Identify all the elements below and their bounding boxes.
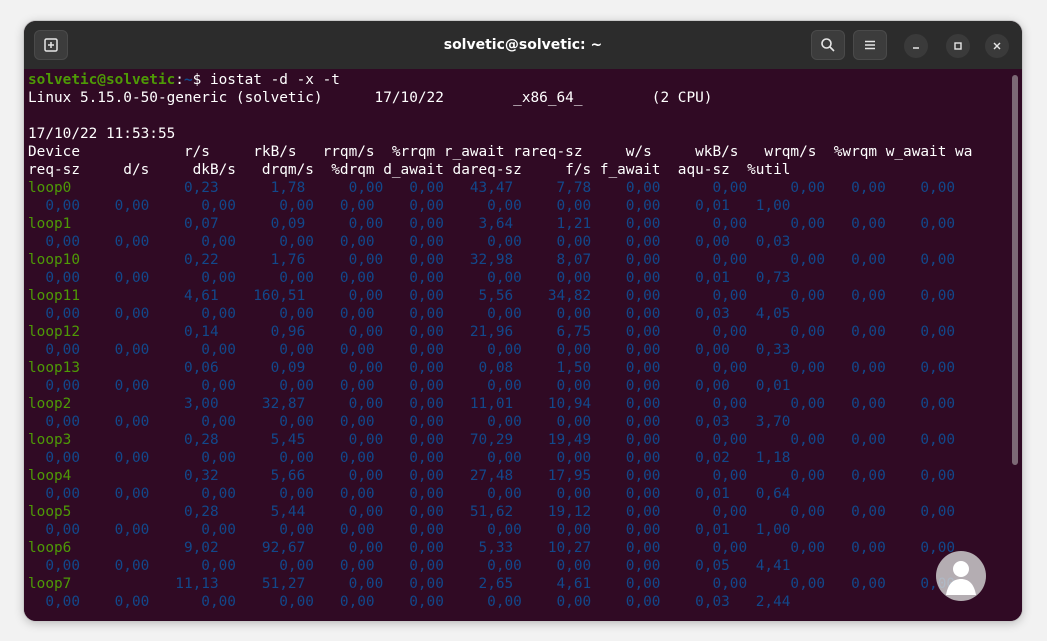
- close-icon: [993, 42, 1001, 50]
- device-row: loop3 0,28 5,45 0,00 0,00 70,29 19,49 0,…: [28, 431, 955, 449]
- close-button[interactable]: [985, 34, 1009, 58]
- device-stats-continued: 0,00 0,00 0,00 0,00 0,00 0,00 0,00 0,00 …: [28, 198, 791, 214]
- device-stats: 0,28 5,44 0,00 0,00 51,62 19,12 0,00 0,0…: [71, 504, 956, 520]
- device-name: loop13: [28, 360, 80, 376]
- device-name: loop1: [28, 216, 72, 232]
- device-name: loop4: [28, 468, 72, 484]
- device-stats: 0,14 0,96 0,00 0,00 21,96 6,75 0,00 0,00…: [79, 324, 956, 340]
- prompt-path: ~: [183, 72, 193, 88]
- device-row: loop6 9,02 92,67 0,00 0,00 5,33 10,27 0,…: [28, 539, 955, 557]
- device-stats-continued: 0,00 0,00 0,00 0,00 0,00 0,00 0,00 0,00 …: [28, 486, 791, 502]
- search-button[interactable]: [811, 30, 845, 60]
- device-stats-continued: 0,00 0,00 0,00 0,00 0,00 0,00 0,00 0,00 …: [28, 378, 791, 394]
- watermark-logo: [936, 551, 986, 601]
- device-row: loop12 0,14 0,96 0,00 0,00 21,96 6,75 0,…: [28, 323, 955, 341]
- device-name: loop11: [28, 288, 80, 304]
- device-row: loop10 0,22 1,76 0,00 0,00 32,98 8,07 0,…: [28, 251, 955, 269]
- device-stats-continued: 0,00 0,00 0,00 0,00 0,00 0,00 0,00 0,00 …: [28, 450, 791, 466]
- title-bar[interactable]: solvetic@solvetic: ~: [24, 21, 1022, 69]
- device-row: loop2 3,00 32,87 0,00 0,00 11,01 10,94 0…: [28, 395, 955, 413]
- device-row: loop11 4,61 160,51 0,00 0,00 5,56 34,82 …: [28, 287, 955, 305]
- search-icon: [821, 38, 835, 52]
- device-stats-continued: 0,00 0,00 0,00 0,00 0,00 0,00 0,00 0,00 …: [28, 342, 791, 358]
- timestamp-line: 17/10/22 11:53:55: [28, 126, 176, 142]
- device-name: loop10: [28, 252, 80, 268]
- system-info-line: Linux 5.15.0-50-generic (solvetic) 17/10…: [28, 90, 713, 106]
- column-header-line-1: Device r/s rkB/s rrqm/s %rrqm r_await ra…: [28, 144, 973, 160]
- device-row: loop13 0,06 0,09 0,00 0,00 0,08 1,50 0,0…: [28, 359, 955, 377]
- prompt-command: iostat -d -x -t: [201, 72, 340, 88]
- device-stats-continued: 0,00 0,00 0,00 0,00 0,00 0,00 0,00 0,00 …: [28, 414, 791, 430]
- device-name: loop5: [28, 504, 72, 520]
- device-name: loop12: [28, 324, 80, 340]
- device-row: loop5 0,28 5,44 0,00 0,00 51,62 19,12 0,…: [28, 503, 955, 521]
- terminal-window: solvetic@solvetic: ~ solvetic@solvetic:~…: [24, 21, 1022, 621]
- device-row: loop0 0,23 1,78 0,00 0,00 43,47 7,78 0,0…: [28, 179, 955, 197]
- device-name: loop7: [28, 576, 72, 592]
- device-row: loop7 11,13 51,27 0,00 0,00 2,65 4,61 0,…: [28, 575, 955, 593]
- minimize-icon: [913, 47, 919, 49]
- device-stats: 3,00 32,87 0,00 0,00 11,01 10,94 0,00 0,…: [71, 396, 956, 412]
- device-stats: 0,28 5,45 0,00 0,00 70,29 19,49 0,00 0,0…: [71, 432, 956, 448]
- device-stats-continued: 0,00 0,00 0,00 0,00 0,00 0,00 0,00 0,00 …: [28, 558, 791, 574]
- prompt-user-host: solvetic@solvetic: [28, 72, 176, 88]
- command-prompt-line: solvetic@solvetic:~$ iostat -d -x -t: [28, 71, 340, 89]
- device-name: loop3: [28, 432, 72, 448]
- column-header-line-2: req-sz d/s dkB/s drqm/s %drqm d_await da…: [28, 162, 791, 178]
- device-stats: 4,61 160,51 0,00 0,00 5,56 34,82 0,00 0,…: [79, 288, 956, 304]
- device-name: loop6: [28, 540, 72, 556]
- device-stats-continued: 0,00 0,00 0,00 0,00 0,00 0,00 0,00 0,00 …: [28, 594, 791, 610]
- device-stats-continued: 0,00 0,00 0,00 0,00 0,00 0,00 0,00 0,00 …: [28, 522, 791, 538]
- device-stats-continued: 0,00 0,00 0,00 0,00 0,00 0,00 0,00 0,00 …: [28, 234, 791, 250]
- maximize-icon: [954, 42, 962, 50]
- vertical-scrollbar[interactable]: [1012, 75, 1018, 465]
- device-stats: 0,22 1,76 0,00 0,00 32,98 8,07 0,00 0,00…: [79, 252, 956, 268]
- device-stats: 0,06 0,09 0,00 0,00 0,08 1,50 0,00 0,00 …: [79, 360, 956, 376]
- device-stats: 9,02 92,67 0,00 0,00 5,33 10,27 0,00 0,0…: [71, 540, 956, 556]
- prompt-separator: :: [175, 72, 184, 88]
- device-stats: 0,32 5,66 0,00 0,00 27,48 17,95 0,00 0,0…: [71, 468, 956, 484]
- device-stats-continued: 0,00 0,00 0,00 0,00 0,00 0,00 0,00 0,00 …: [28, 270, 791, 286]
- device-stats: 11,13 51,27 0,00 0,00 2,65 4,61 0,00 0,0…: [71, 576, 956, 592]
- device-name: loop2: [28, 396, 72, 412]
- minimize-button[interactable]: [904, 34, 928, 58]
- device-stats: 0,23 1,78 0,00 0,00 43,47 7,78 0,00 0,00…: [71, 180, 956, 196]
- device-row: loop4 0,32 5,66 0,00 0,00 27,48 17,95 0,…: [28, 467, 955, 485]
- device-stats-continued: 0,00 0,00 0,00 0,00 0,00 0,00 0,00 0,00 …: [28, 306, 791, 322]
- maximize-button[interactable]: [946, 34, 970, 58]
- device-stats: 0,07 0,09 0,00 0,00 3,64 1,21 0,00 0,00 …: [71, 216, 956, 232]
- terminal-output[interactable]: solvetic@solvetic:~$ iostat -d -x -t Lin…: [24, 69, 1022, 621]
- menu-button[interactable]: [853, 30, 887, 60]
- person-silhouette-icon: [946, 561, 976, 595]
- hamburger-menu-icon: [865, 40, 875, 50]
- device-row: loop1 0,07 0,09 0,00 0,00 3,64 1,21 0,00…: [28, 215, 955, 233]
- prompt-symbol: $: [192, 72, 202, 88]
- device-name: loop0: [28, 180, 72, 196]
